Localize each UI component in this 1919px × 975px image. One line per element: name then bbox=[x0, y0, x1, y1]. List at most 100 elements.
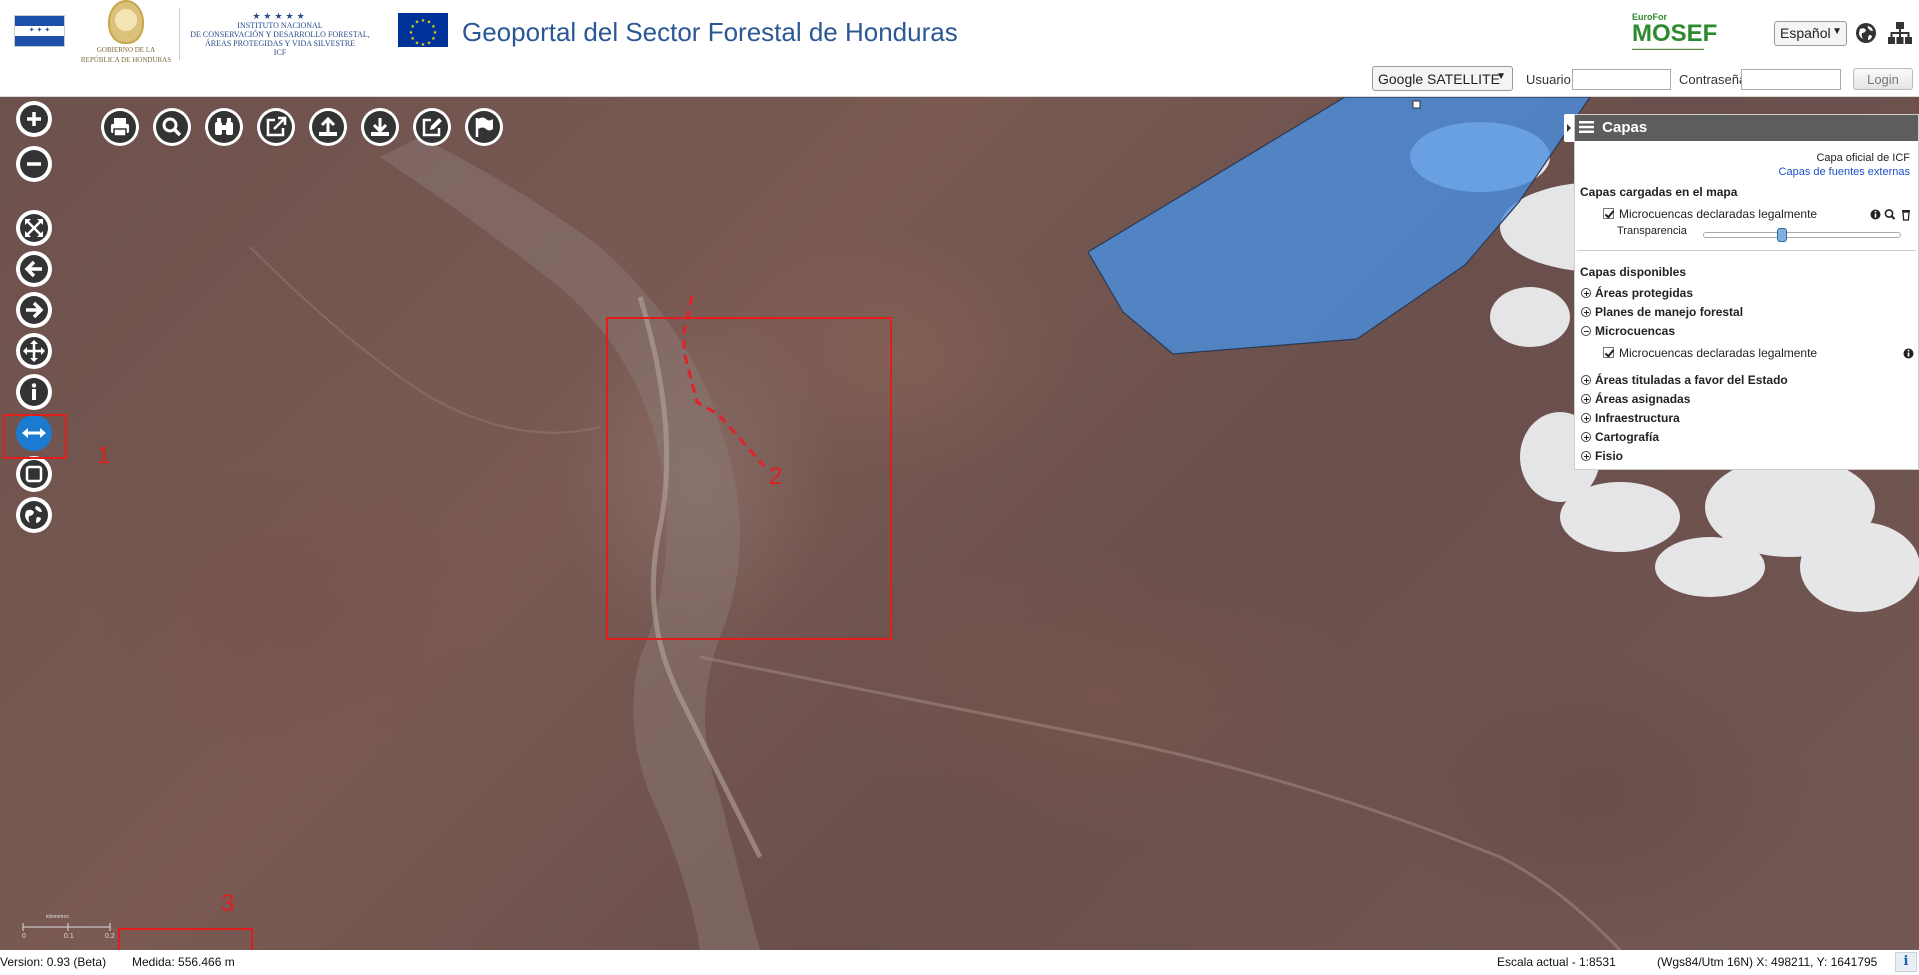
layers-panel-title: Capas bbox=[1602, 119, 1648, 136]
external-link-button[interactable] bbox=[257, 108, 295, 146]
layers-panel: Capas Capa oficial de ICF Capas de fuent… bbox=[1574, 114, 1919, 470]
measure-area-button[interactable] bbox=[16, 456, 52, 492]
category-microcuencas[interactable]: Microcuencas bbox=[1581, 324, 1675, 338]
measure-result: Medida: 556.466 m bbox=[132, 955, 235, 969]
category-planes-manejo[interactable]: Planes de manejo forestal bbox=[1581, 305, 1743, 319]
plus-circle-icon bbox=[20, 105, 48, 133]
category-areas-tituladas[interactable]: Áreas tituladas a favor del Estado bbox=[1581, 373, 1788, 387]
loaded-layer-checkbox[interactable] bbox=[1603, 208, 1614, 219]
zoom-out-button[interactable] bbox=[16, 146, 52, 182]
globe-icon bbox=[20, 501, 48, 529]
svg-text:★: ★ bbox=[409, 30, 414, 36]
scale-label-0: 0 bbox=[22, 933, 26, 940]
icf-logo: ★★★★★ Instituto Nacional de Conservación… bbox=[185, 11, 375, 57]
transparency-label: Transparencia bbox=[1617, 225, 1687, 237]
pan-button[interactable] bbox=[16, 333, 52, 369]
collapse-icon bbox=[1581, 326, 1591, 336]
category-cartografia[interactable]: Cartografía bbox=[1581, 430, 1659, 444]
category-label: Fisio bbox=[1595, 449, 1624, 463]
loaded-layer-actions bbox=[1870, 209, 1910, 221]
scale-ruler bbox=[22, 923, 111, 931]
edit-button[interactable] bbox=[413, 108, 451, 146]
annotation-label-3: 3 bbox=[221, 890, 235, 917]
flag-icon bbox=[468, 111, 500, 143]
svg-text:★: ★ bbox=[415, 40, 420, 46]
government-logo: Gobierno de la República de Honduras bbox=[76, 0, 176, 66]
password-label: Contraseña bbox=[1679, 72, 1747, 87]
icf-logo-line-2: de Conservación y Desarrollo Forestal, bbox=[190, 30, 370, 39]
identify-button[interactable] bbox=[16, 374, 52, 410]
mosef-logo-main: MOSEF bbox=[1632, 20, 1718, 47]
category-label: Microcuencas bbox=[1595, 324, 1676, 338]
search-button[interactable] bbox=[153, 108, 191, 146]
honduras-flag-logo: ✦ ✦ ✦ bbox=[14, 15, 65, 47]
sublayer-info-icon[interactable] bbox=[1903, 347, 1915, 360]
icf-logo-line-1: Instituto Nacional bbox=[237, 21, 323, 30]
expand-icon bbox=[1581, 375, 1591, 385]
square-icon bbox=[20, 460, 48, 488]
scale-unit: kilometros bbox=[46, 914, 69, 920]
cursor-coordinates: (Wgs84/Utm 16N) X: 498211, Y: 1641795 bbox=[1657, 955, 1878, 969]
upload-icon bbox=[312, 111, 344, 143]
previous-extent-button[interactable] bbox=[16, 251, 52, 287]
gov-logo-line-1: Gobierno de la bbox=[96, 46, 156, 54]
info-icon: i bbox=[1903, 954, 1909, 969]
status-bar: Version: 0.93 (Beta) Medida: 556.466 m E… bbox=[0, 950, 1919, 975]
svg-text:★: ★ bbox=[427, 40, 432, 46]
sublayer-checkbox[interactable] bbox=[1603, 347, 1614, 358]
login-button[interactable]: Login bbox=[1853, 68, 1913, 90]
globe-button[interactable] bbox=[16, 497, 52, 533]
polygon-vertex-handle[interactable] bbox=[1412, 100, 1421, 109]
svg-text:★: ★ bbox=[410, 36, 415, 42]
upload-button[interactable] bbox=[309, 108, 347, 146]
layer-info-icon[interactable] bbox=[1870, 209, 1881, 220]
layers-panel-toggle[interactable] bbox=[1564, 114, 1574, 142]
external-layers-link[interactable]: Capas de fuentes externas bbox=[1575, 165, 1918, 179]
scale-label-1: 0.1 bbox=[64, 933, 74, 940]
info-button[interactable]: i bbox=[1895, 952, 1917, 972]
find-button[interactable] bbox=[205, 108, 243, 146]
language-select-value: Español bbox=[1780, 25, 1831, 41]
transparency-slider-track[interactable] bbox=[1703, 232, 1901, 238]
minus-circle-icon bbox=[20, 150, 48, 178]
globe-icon[interactable] bbox=[1854, 21, 1878, 45]
dropdown-arrow-icon: ▼ bbox=[1496, 71, 1506, 82]
username-input[interactable] bbox=[1572, 69, 1671, 90]
sitemap-icon[interactable] bbox=[1887, 21, 1913, 45]
flag-button[interactable] bbox=[465, 108, 503, 146]
category-areas-protegidas[interactable]: Áreas protegidas bbox=[1581, 286, 1693, 300]
language-select[interactable]: Español ▼ bbox=[1774, 21, 1847, 46]
category-infraestructura[interactable]: Infraestructura bbox=[1581, 411, 1680, 425]
transparency-slider-handle[interactable] bbox=[1777, 228, 1788, 242]
svg-text:★: ★ bbox=[431, 36, 436, 42]
arrow-left-icon bbox=[20, 255, 48, 283]
info-icon bbox=[20, 378, 48, 406]
password-input[interactable] bbox=[1741, 69, 1841, 90]
basemap-select[interactable]: Google SATELLITE ▼ bbox=[1372, 66, 1513, 91]
layer-zoom-icon[interactable] bbox=[1884, 209, 1896, 220]
category-label: Áreas asignadas bbox=[1595, 392, 1691, 406]
gov-logo-line-2: República de Honduras bbox=[80, 56, 172, 64]
full-extent-button[interactable] bbox=[16, 210, 52, 246]
icf-logo-line-3: Áreas Protegidas y Vida Silvestre bbox=[204, 39, 356, 48]
print-button[interactable] bbox=[101, 108, 139, 146]
category-areas-asignadas[interactable]: Áreas asignadas bbox=[1581, 392, 1690, 406]
move-icon bbox=[20, 337, 48, 365]
current-scale: Escala actual - 1:8531 bbox=[1497, 955, 1616, 969]
category-label: Planes de manejo forestal bbox=[1595, 305, 1744, 319]
map-canvas[interactable]: 1 2 3 Capas Capa oficial de ICF Capas de… bbox=[0, 97, 1919, 950]
loaded-layer-name: Microcuencas declaradas legalmente bbox=[1619, 207, 1818, 221]
layer-delete-icon[interactable] bbox=[1902, 210, 1910, 221]
external-link-icon bbox=[260, 111, 292, 143]
eu-flag-logo: ★ ★ ★ ★ ★ ★ ★ ★ ★ ★ ★ ★ bbox=[398, 13, 448, 48]
svg-text:★: ★ bbox=[421, 18, 426, 24]
magnifier-icon bbox=[156, 111, 188, 143]
category-fisio[interactable]: Fisio bbox=[1581, 449, 1623, 463]
download-button[interactable] bbox=[361, 108, 399, 146]
version-text: Version: 0.93 (Beta) bbox=[0, 955, 107, 969]
sublayer-name: Microcuencas declaradas legalmente bbox=[1619, 346, 1818, 360]
layers-panel-header: Capas bbox=[1575, 115, 1918, 141]
next-extent-button[interactable] bbox=[16, 292, 52, 328]
zoom-in-button[interactable] bbox=[16, 101, 52, 137]
header: ✦ ✦ ✦ Gobierno de la República de Hondur… bbox=[0, 0, 1919, 97]
